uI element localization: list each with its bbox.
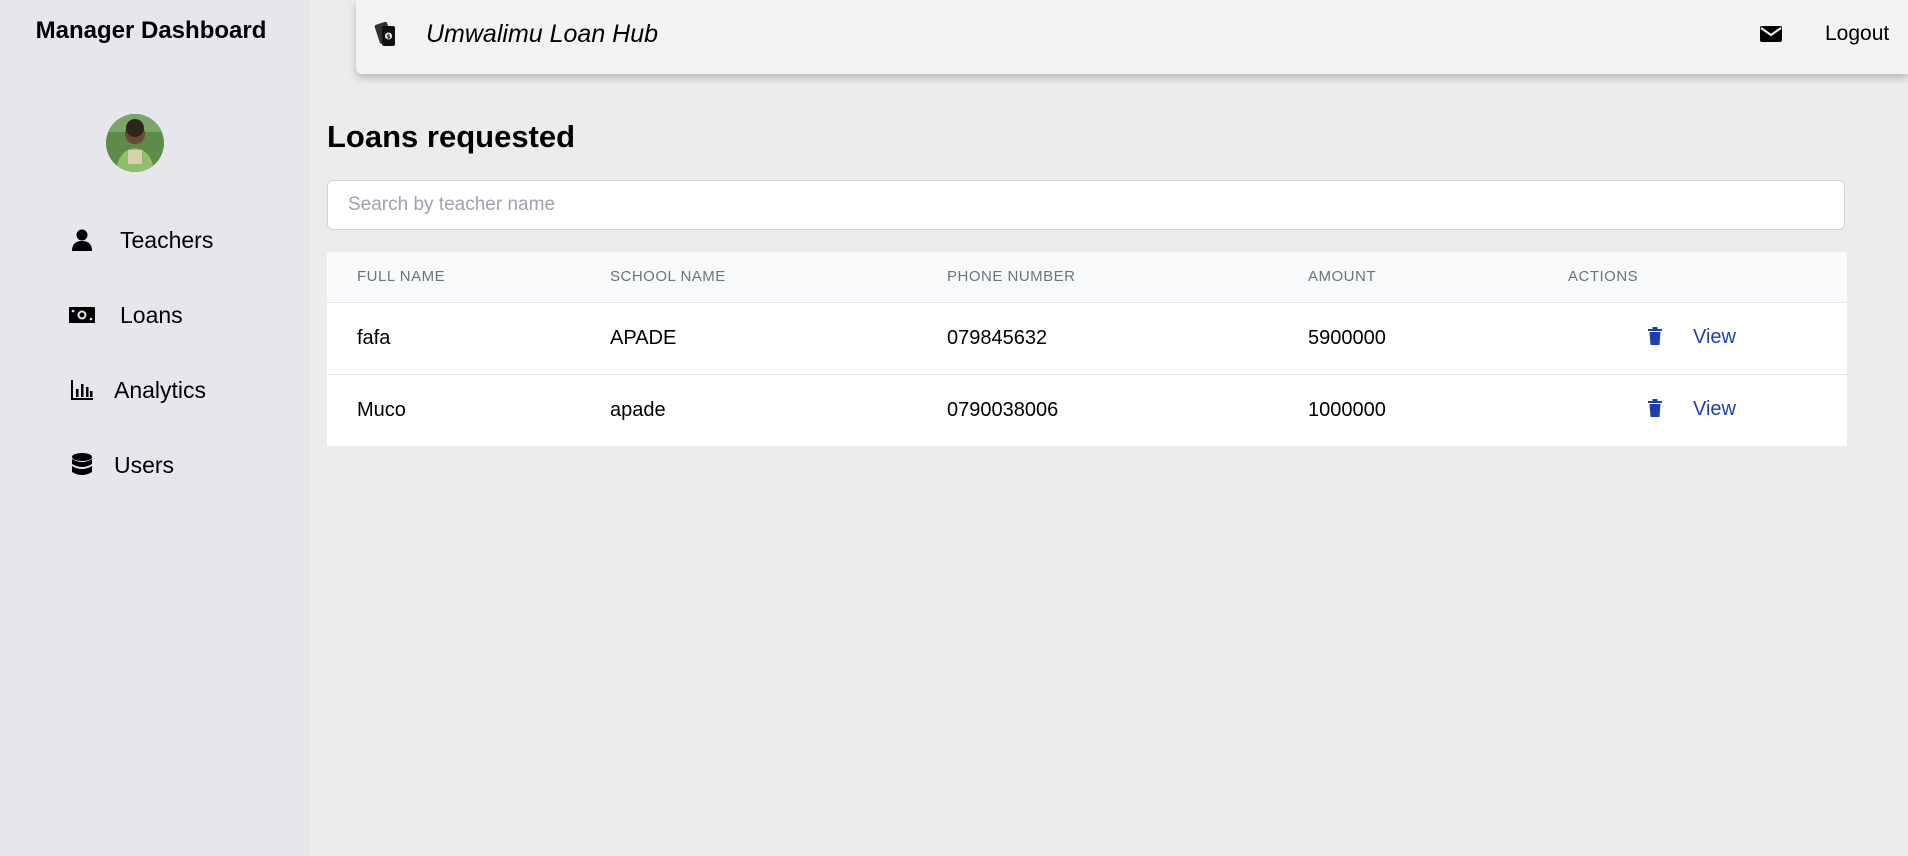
sidebar: Manager Dashboard Teachers Loans Analyti… xyxy=(0,0,311,856)
table-header-row: FULL NAME SCHOOL NAME PHONE NUMBER AMOUN… xyxy=(327,252,1847,302)
cell-phone-number: 079845632 xyxy=(947,326,1048,349)
user-icon xyxy=(68,226,96,254)
table-row: Muco apade 0790038006 1000000 View xyxy=(327,374,1847,446)
column-header-school-name: SCHOOL NAME xyxy=(610,268,726,286)
loans-table: FULL NAME SCHOOL NAME PHONE NUMBER AMOUN… xyxy=(327,252,1847,446)
column-header-phone-number: PHONE NUMBER xyxy=(947,268,1076,286)
trash-icon[interactable] xyxy=(1648,398,1662,417)
trash-icon[interactable] xyxy=(1648,326,1662,345)
sidebar-item-label: Users xyxy=(114,451,175,478)
cell-school-name: APADE xyxy=(610,326,677,349)
logout-button[interactable]: Logout xyxy=(1825,22,1889,46)
cell-amount: 1000000 xyxy=(1308,398,1386,421)
top-header: $ Umwalimu Loan Hub Logout xyxy=(356,0,1908,74)
envelope-icon[interactable] xyxy=(1760,25,1782,43)
cell-amount: 5900000 xyxy=(1308,326,1386,349)
cell-phone-number: 0790038006 xyxy=(947,398,1059,421)
sidebar-item-label: Teachers xyxy=(120,226,214,253)
sidebar-item-teachers[interactable]: Teachers xyxy=(68,220,213,260)
sidebar-item-loans[interactable]: Loans xyxy=(68,295,183,335)
bar-chart-icon xyxy=(68,376,96,404)
cell-school-name: apade xyxy=(610,398,666,421)
sidebar-title: Manager Dashboard xyxy=(35,17,267,44)
svg-text:$: $ xyxy=(386,34,390,41)
cell-full-name: fafa xyxy=(357,326,391,349)
sidebar-item-label: Analytics xyxy=(114,376,207,403)
column-header-actions: ACTIONS xyxy=(1568,268,1639,286)
view-button[interactable]: View xyxy=(1693,326,1736,349)
search-input[interactable] xyxy=(327,180,1845,230)
money-bill-icon xyxy=(68,301,96,329)
app-title: Umwalimu Loan Hub xyxy=(426,20,659,48)
cell-full-name: Muco xyxy=(357,398,406,421)
cell-actions: View xyxy=(1568,302,1847,374)
database-icon xyxy=(68,451,96,479)
money-stack-icon: $ xyxy=(374,20,400,48)
sidebar-item-label: Loans xyxy=(120,301,183,328)
column-header-amount: AMOUNT xyxy=(1308,268,1376,286)
sidebar-item-users[interactable]: Users xyxy=(68,445,174,485)
cell-actions: View xyxy=(1568,374,1847,446)
view-button[interactable]: View xyxy=(1693,398,1736,421)
column-header-full-name: FULL NAME xyxy=(357,268,446,286)
page-title: Loans requested xyxy=(327,119,576,154)
avatar[interactable] xyxy=(106,114,164,172)
sidebar-item-analytics[interactable]: Analytics xyxy=(68,370,206,410)
table-row: fafa APADE 079845632 5900000 View xyxy=(327,302,1847,374)
